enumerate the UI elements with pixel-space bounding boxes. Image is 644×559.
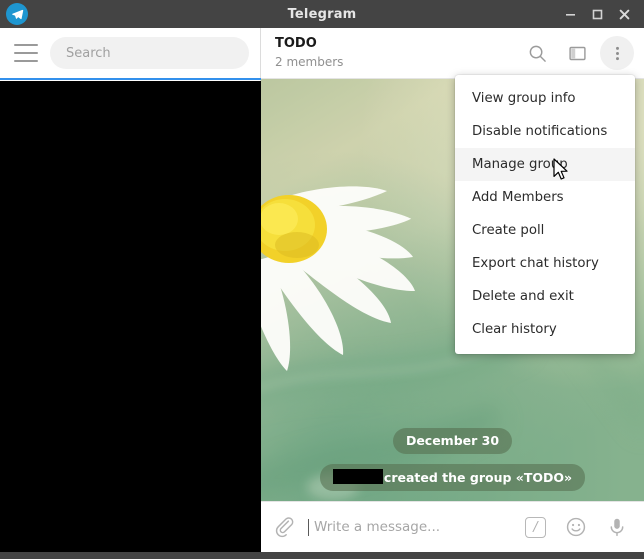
menu-item-view-group-info[interactable]: View group info bbox=[455, 82, 635, 115]
voice-record-icon[interactable] bbox=[606, 516, 628, 538]
menu-item-create-poll[interactable]: Create poll bbox=[455, 214, 635, 247]
chat-list-redacted-area[interactable] bbox=[0, 81, 261, 559]
window-title: Telegram bbox=[287, 6, 357, 22]
message-placeholder: Write a message... bbox=[314, 519, 441, 535]
message-composer: Write a message... / bbox=[261, 501, 644, 552]
command-icon[interactable]: / bbox=[525, 516, 546, 538]
search-icon[interactable] bbox=[520, 36, 554, 70]
telegram-window: Telegram Search TODO 2 members December … bbox=[0, 0, 644, 559]
more-options-icon[interactable] bbox=[600, 36, 634, 70]
sidebar-topbar: Search bbox=[0, 28, 260, 78]
window-titlebar: Telegram bbox=[0, 0, 644, 28]
paperclip-icon[interactable] bbox=[275, 516, 296, 538]
header-actions bbox=[520, 36, 634, 70]
conversation-title-block[interactable]: TODO 2 members bbox=[275, 36, 520, 70]
window-bottom-border bbox=[0, 552, 644, 559]
menu-item-disable-notifications[interactable]: Disable notifications bbox=[455, 115, 635, 148]
emoji-icon[interactable] bbox=[565, 516, 587, 538]
text-caret bbox=[308, 518, 309, 536]
command-icon-label: / bbox=[533, 519, 538, 535]
menu-item-clear-history[interactable]: Clear history bbox=[455, 313, 635, 346]
maximize-icon[interactable] bbox=[591, 8, 604, 21]
window-controls bbox=[564, 0, 640, 28]
group-context-menu: View group info Disable notifications Ma… bbox=[455, 75, 635, 354]
close-icon[interactable] bbox=[618, 8, 631, 21]
conversation-header: TODO 2 members bbox=[261, 28, 644, 79]
page-title: TODO bbox=[275, 36, 317, 51]
date-separator-pill: December 30 bbox=[392, 428, 513, 454]
menu-item-add-members[interactable]: Add Members bbox=[455, 181, 635, 214]
menu-item-delete-and-exit[interactable]: Delete and exit bbox=[455, 280, 635, 313]
member-count: 2 members bbox=[275, 55, 344, 69]
menu-item-manage-group[interactable]: Manage group bbox=[455, 148, 635, 181]
toggle-info-panel-icon[interactable] bbox=[560, 36, 594, 70]
hamburger-menu-icon[interactable] bbox=[14, 44, 38, 62]
search-input[interactable]: Search bbox=[50, 37, 249, 69]
composer-actions: / bbox=[525, 516, 632, 538]
redacted-username bbox=[332, 469, 383, 484]
menu-item-export-chat-history[interactable]: Export chat history bbox=[455, 247, 635, 280]
minimize-icon[interactable] bbox=[564, 8, 577, 21]
message-input[interactable]: Write a message... bbox=[308, 518, 525, 536]
active-chat-indicator bbox=[0, 78, 261, 80]
message-list: December 30 created the group «TODO» bbox=[261, 428, 644, 491]
service-message-pill: created the group «TODO» bbox=[319, 464, 586, 491]
service-message-text: created the group «TODO» bbox=[383, 470, 573, 485]
search-placeholder: Search bbox=[66, 45, 111, 61]
chat-list-pane: Search bbox=[0, 28, 261, 559]
